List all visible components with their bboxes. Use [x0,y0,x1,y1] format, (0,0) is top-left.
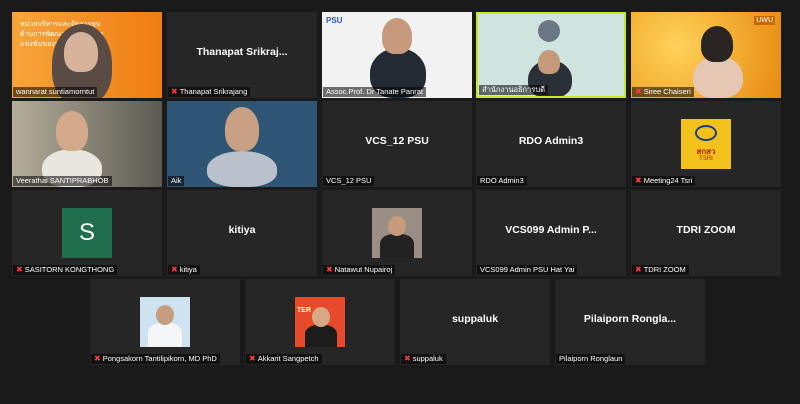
participant-name-tag: VCS_12 PSU [323,176,375,186]
brand-logo: UWU [754,16,775,25]
mic-muted-icon: ✖ [635,265,642,274]
participant-tile-vcs12[interactable]: VCS_12 PSU VCS_12 PSU [322,101,472,187]
participant-name-tag: ✖ TDRI ZOOM [632,265,689,275]
participant-tile-aik[interactable]: Aik [167,101,317,187]
participant-tile-pilaiporn[interactable]: Pilaiporn Rongla... Pilaiporn Ronglaun [555,279,705,365]
mic-muted-icon: ✖ [171,87,178,96]
participant-tile-thanapat[interactable]: Thanapat Srikraj... ✖ Thanapat Srikrajang [167,12,317,98]
participant-center-name: suppaluk [451,313,499,325]
tsri-logo: สกสว TSRI [681,119,731,169]
participant-video: PSU [322,12,472,98]
participant-name-tag: ✖ Pongsakorn Tantilipikorn, MD PhD [91,354,220,364]
avatar-photo [140,297,190,347]
participant-tile-sasitorn[interactable]: S ✖ SASITORN KONGTHONG [12,190,162,276]
participant-tile-veerathai[interactable]: Veerathai SANTIPRABHOB [12,101,162,187]
participant-name-tag: ✖ Siree Chaiseri [632,87,694,97]
participant-center-name: TDRI ZOOM [676,224,736,236]
participant-tile-kitiya[interactable]: kitiya ✖ kitiya [167,190,317,276]
participant-tile-vcs099[interactable]: VCS099 Admin P... VCS099 Admin PSU Hat Y… [476,190,626,276]
participant-name-tag: ✖ Thanapat Srikrajang [168,87,251,97]
participant-center-name: VCS099 Admin P... [505,224,597,236]
participant-tile-rdo[interactable]: RDO Admin3 RDO Admin3 [476,101,626,187]
participant-center-name: Thanapat Srikraj... [196,46,288,58]
participant-center-name: VCS_12 PSU [365,135,429,147]
participant-name-tag: ✖ Akkarit Sangpetch [246,354,322,364]
participant-tile-office[interactable]: สำนักงานอธิการบดี [476,12,626,98]
mic-muted-icon: ✖ [171,265,178,274]
participant-name-tag: ✖ Natawut Nupairoj [323,265,396,275]
meeting-gallery: { "tiles": { "wannarat": {"name": "wanna… [0,0,800,404]
avatar-photo: TER [295,297,345,347]
participant-tile-meeting24[interactable]: สกสว TSRI ✖ Meeting24 Tsri [631,101,781,187]
brand-logo: PSU [326,16,343,25]
participant-name-tag: ✖ suppaluk [401,354,446,364]
participant-name-tag: Assoc.Prof. Dr Tanate Panrat [323,87,426,97]
avatar-letter: S [62,208,112,258]
mic-muted-icon: ✖ [635,176,642,185]
participant-video: หน่วยบริหารและจัดการทุน ด้านการพัฒนาระดั… [12,12,162,98]
participant-tile-akkarit[interactable]: TER ✖ Akkarit Sangpetch [245,279,395,365]
mic-muted-icon: ✖ [94,354,101,363]
avatar-photo [372,208,422,258]
participant-name-tag: ✖ kitiya [168,265,200,275]
participant-name-tag: สำนักงานอธิการบดี [479,85,548,95]
participant-video [12,101,162,187]
participant-name-tag: ✖ SASITORN KONGTHONG [13,265,118,275]
participant-video: UWU [631,12,781,98]
mic-muted-icon: ✖ [16,265,23,274]
participant-name-tag: ✖ Meeting24 Tsri [632,176,696,186]
participant-name-tag: VCS099 Admin PSU Hat Yai [477,265,578,275]
participant-center-name: Pilaiporn Rongla... [583,313,677,325]
participant-name-tag: Aik [168,176,185,186]
participant-video [167,101,317,187]
participant-tile-pongsakorn[interactable]: ✖ Pongsakorn Tantilipikorn, MD PhD [90,279,240,365]
participant-tile-tdri[interactable]: TDRI ZOOM ✖ TDRI ZOOM [631,190,781,276]
participant-name-tag: Pilaiporn Ronglaun [556,354,626,364]
mic-muted-icon: ✖ [249,354,256,363]
participant-name-tag: Veerathai SANTIPRABHOB [13,176,112,186]
participant-tile-tanate[interactable]: PSU Assoc.Prof. Dr Tanate Panrat [322,12,472,98]
participant-tile-siree[interactable]: UWU ✖ Siree Chaiseri [631,12,781,98]
participant-name-tag: RDO Admin3 [477,176,527,186]
participant-center-name: RDO Admin3 [518,135,584,147]
participant-tile-natawut[interactable]: ✖ Natawut Nupairoj [322,190,472,276]
mic-muted-icon: ✖ [404,354,411,363]
mic-muted-icon: ✖ [635,87,642,96]
mic-muted-icon: ✖ [326,265,333,274]
participant-tile-wannarat[interactable]: หน่วยบริหารและจัดการทุน ด้านการพัฒนาระดั… [12,12,162,98]
participant-tile-suppaluk[interactable]: suppaluk ✖ suppaluk [400,279,550,365]
participant-center-name: kitiya [228,224,256,236]
participant-name-tag: wannarat suntiamorntut [13,87,98,97]
